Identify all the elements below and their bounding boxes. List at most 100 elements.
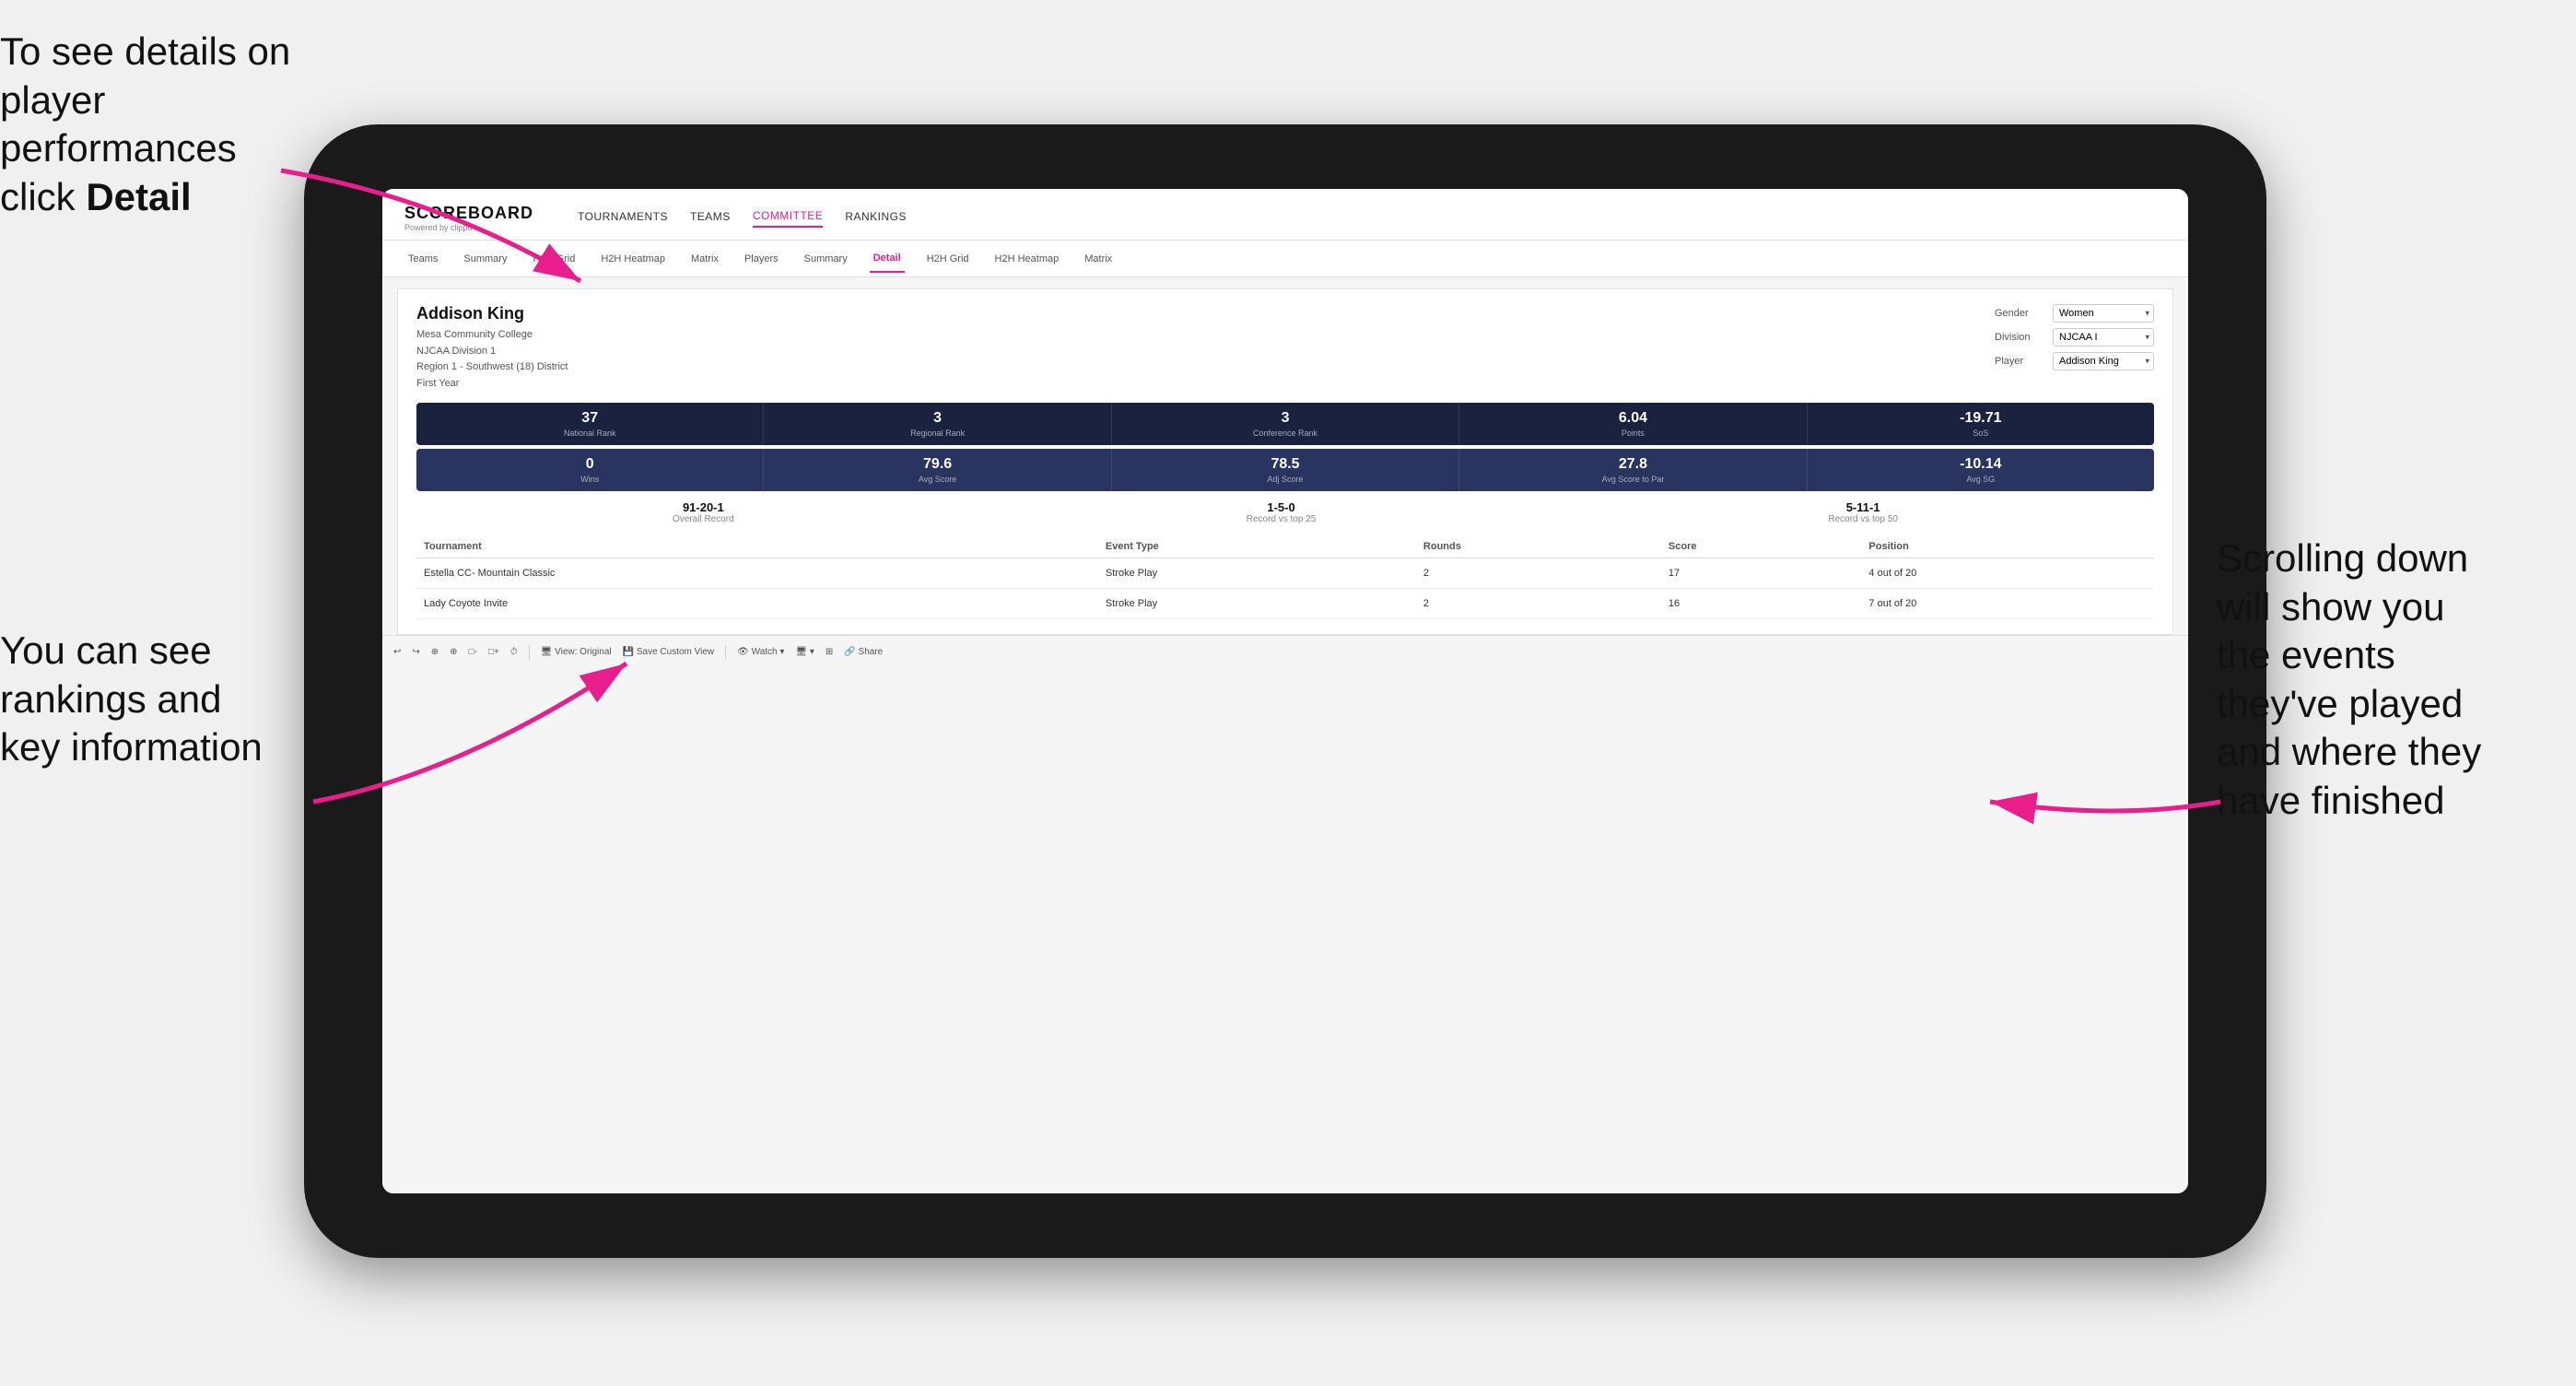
logo-text: SCOREBOARD (404, 204, 533, 223)
player-info: Addison King Mesa Community College NJCA… (416, 304, 568, 392)
toolbar-grid[interactable]: ⊞ (825, 647, 833, 657)
toolbar-add[interactable]: ⊕ (431, 647, 439, 657)
stat-avg-sg: -10.14 Avg SG (1808, 449, 2154, 491)
col-tournament: Tournament (416, 535, 1098, 558)
tablet-screen: SCOREBOARD Powered by clippd TOURNAMENTS… (382, 189, 2188, 1193)
stat-regional-rank: 3 Regional Rank (764, 403, 1111, 445)
toolbar-view-original[interactable]: 🖥 View: Original (541, 647, 612, 657)
gender-select[interactable]: Women Men (2053, 304, 2154, 323)
subnav-detail[interactable]: Detail (870, 245, 905, 273)
player-select[interactable]: Addison King (2053, 352, 2154, 370)
stat-national-rank-label: National Rank (420, 429, 759, 438)
logo-sub: Powered by clippd (404, 223, 533, 232)
toolbar-redo[interactable]: ↪ (412, 647, 419, 657)
records-row: 91-20-1 Overall Record 1-5-0 Record vs t… (416, 500, 2154, 524)
toolbar-undo[interactable]: ↩ (393, 647, 401, 657)
col-rounds: Rounds (1416, 535, 1661, 558)
nav-teams[interactable]: TEAMS (690, 210, 731, 227)
row2-position: 7 out of 20 (1861, 589, 2154, 619)
row1-rounds: 2 (1416, 558, 1661, 589)
player-select-wrapper: Addison King (2053, 352, 2154, 370)
player-region: Region 1 - Southwest (18) District (416, 361, 568, 372)
player-filter-row: Player Addison King (1995, 352, 2154, 370)
stat-avg-score: 79.6 Avg Score (764, 449, 1111, 491)
player-division: NJCAA Division 1 (416, 346, 496, 357)
stat-adj-score-value: 78.5 (1116, 456, 1455, 473)
toolbar-clock[interactable]: ⏱ (510, 647, 518, 657)
stat-avg-score-value: 79.6 (767, 456, 1107, 473)
stat-wins: 0 Wins (416, 449, 764, 491)
col-score: Score (1661, 535, 1862, 558)
row1-score: 17 (1661, 558, 1862, 589)
subnav-matrix[interactable]: Matrix (687, 246, 722, 272)
stat-avg-sg-label: Avg SG (1811, 475, 2150, 484)
subnav-h2h-heatmap2[interactable]: H2H Heatmap (991, 246, 1063, 272)
division-filter-row: Division NJCAA I NJCAA II (1995, 328, 2154, 346)
player-header: Addison King Mesa Community College NJCA… (416, 304, 2154, 392)
row2-rounds: 2 (1416, 589, 1661, 619)
stat-adj-score-label: Adj Score (1116, 475, 1455, 484)
row1-event-type: Stroke Play (1098, 558, 1416, 589)
player-filters: Gender Women Men Division (1995, 304, 2154, 370)
col-position: Position (1861, 535, 2154, 558)
logo-area: SCOREBOARD Powered by clippd (404, 204, 533, 232)
nav-rankings[interactable]: RANKINGS (845, 210, 907, 227)
stat-conference-rank-value: 3 (1116, 410, 1455, 427)
stat-sos-label: SoS (1811, 429, 2150, 438)
stat-national-rank: 37 National Rank (416, 403, 764, 445)
player-panel: Addison King Mesa Community College NJCA… (397, 288, 2173, 635)
stat-avg-score-par-value: 27.8 (1463, 456, 1802, 473)
player-label: Player (1995, 356, 2045, 367)
stat-points-value: 6.04 (1463, 410, 1802, 427)
stat-avg-score-par: 27.8 Avg Score to Par (1459, 449, 1807, 491)
record-overall: 91-20-1 Overall Record (673, 500, 734, 524)
tablet-frame: SCOREBOARD Powered by clippd TOURNAMENTS… (304, 124, 2266, 1258)
col-event-type: Event Type (1098, 535, 1416, 558)
stat-adj-score: 78.5 Adj Score (1112, 449, 1459, 491)
stat-wins-label: Wins (420, 475, 759, 484)
gender-filter-row: Gender Women Men (1995, 304, 2154, 323)
gender-select-wrapper: Women Men (2053, 304, 2154, 323)
stat-regional-rank-label: Regional Rank (767, 429, 1107, 438)
row2-tournament: Lady Coyote Invite (416, 589, 1098, 619)
subnav-summary[interactable]: Summary (460, 246, 510, 272)
table-row: Estella CC- Mountain Classic Stroke Play… (416, 558, 2154, 589)
toolbar-share[interactable]: 🔗 Share (844, 647, 883, 657)
toolbar-remove[interactable]: ⊕ (450, 647, 457, 657)
stat-conference-rank-label: Conference Rank (1116, 429, 1455, 438)
subnav-h2h-grid2[interactable]: H2H Grid (923, 246, 973, 272)
subnav-matrix2[interactable]: Matrix (1081, 246, 1116, 272)
subnav-summary2[interactable]: Summary (801, 246, 851, 272)
nav-committee[interactable]: COMMITTEE (753, 209, 824, 228)
subnav-teams[interactable]: Teams (404, 246, 441, 272)
toolbar-screen[interactable]: 🖥 ▾ (795, 647, 814, 657)
subnav-players[interactable]: Players (741, 246, 782, 272)
toolbar-sep1 (529, 645, 530, 660)
subnav-h2h-heatmap[interactable]: H2H Heatmap (597, 246, 669, 272)
gender-label: Gender (1995, 308, 2045, 319)
toolbar-watch[interactable]: 👁 Watch ▾ (737, 647, 784, 657)
record-top50: 5-11-1 Record vs top 50 (1828, 500, 1898, 524)
toolbar-save-custom[interactable]: 💾 Save Custom View (623, 647, 715, 657)
nav-tournaments[interactable]: TOURNAMENTS (578, 210, 668, 227)
record-overall-value: 91-20-1 (673, 500, 734, 514)
record-top50-value: 5-11-1 (1828, 500, 1898, 514)
main-content: Addison King Mesa Community College NJCA… (382, 277, 2188, 1193)
subnav-h2h-grid[interactable]: H2H Grid (529, 246, 579, 272)
bottom-toolbar: ↩ ↪ ⊕ ⊕ □- □+ ⏱ 🖥 View: Original 💾 Save … (382, 635, 2188, 668)
toolbar-col-minus[interactable]: □- (469, 647, 477, 657)
nav-items: TOURNAMENTS TEAMS COMMITTEE RANKINGS (578, 209, 907, 228)
toolbar-col-plus[interactable]: □+ (488, 647, 499, 657)
row2-score: 16 (1661, 589, 1862, 619)
stat-sos-value: -19.71 (1811, 410, 2150, 427)
division-select[interactable]: NJCAA I NJCAA II (2053, 328, 2154, 346)
stat-wins-value: 0 (420, 456, 759, 473)
annotation-right: Scrolling down will show you the events … (2217, 534, 2567, 825)
player-name: Addison King (416, 304, 568, 323)
row1-tournament: Estella CC- Mountain Classic (416, 558, 1098, 589)
stat-avg-score-par-label: Avg Score to Par (1463, 475, 1802, 484)
annotation-bottom-left: You can see rankings and key information (0, 627, 350, 772)
stat-sos: -19.71 SoS (1808, 403, 2154, 445)
division-label: Division (1995, 332, 2045, 343)
stat-national-rank-value: 37 (420, 410, 759, 427)
